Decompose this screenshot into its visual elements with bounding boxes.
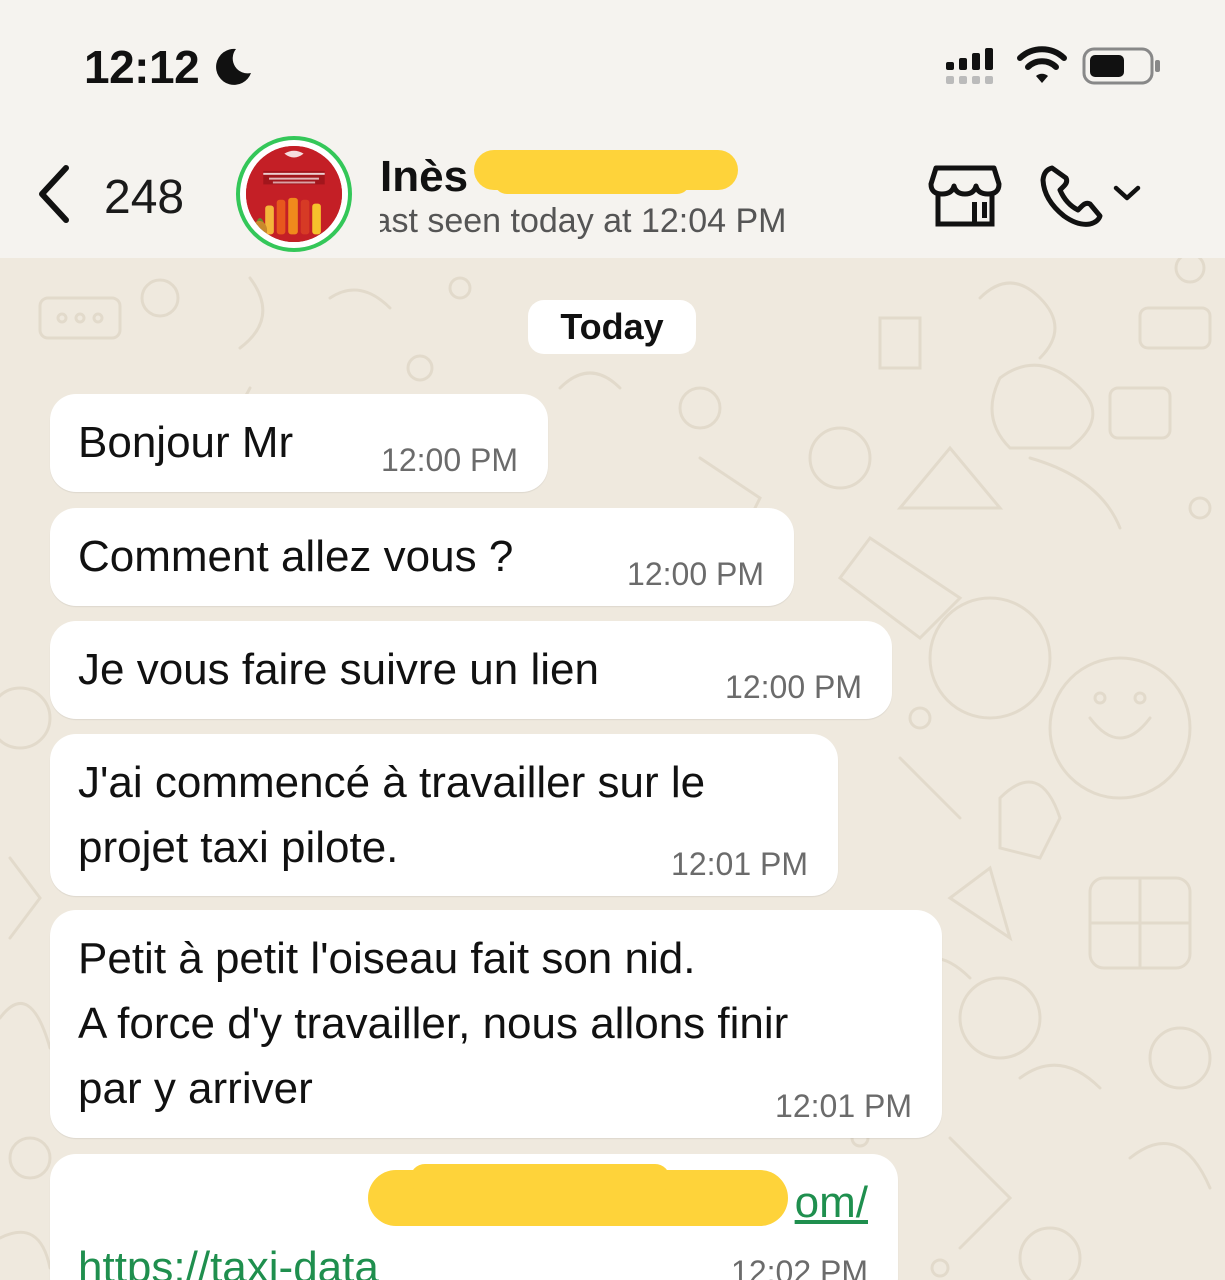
chat-area[interactable]: Today Bonjour Mr 12:00 PM Comment allez … [0,258,1225,1280]
cellular-signal-icon [946,48,993,84]
message-time: 12:00 PM [725,669,862,705]
avatar-image [246,146,342,242]
business-store-icon[interactable] [928,164,1002,228]
moon-icon [216,48,251,85]
contact-avatar[interactable] [236,136,352,252]
contact-name[interactable]: Inès [380,152,468,202]
date-separator: Today [528,300,696,354]
back-button[interactable] [36,164,76,224]
wifi-icon [1017,46,1067,83]
message-bubble-link[interactable]: https://taxi-data om/ 12:02 PM [50,1154,898,1280]
message-bubble[interactable]: J'ai commencé à travailler sur le projet… [50,734,838,896]
message-bubble[interactable]: Petit à petit l'oiseau fait son nid. A f… [50,910,942,1138]
message-time: 12:00 PM [381,442,518,478]
top-bar: 12:12 248 Inès last seen today at 12:04 … [0,0,1225,258]
unread-count[interactable]: 248 [104,170,184,225]
name-redaction-tail [494,168,690,194]
link-redaction-top [410,1164,670,1194]
message-link[interactable]: https://taxi-data [78,1243,379,1280]
phone-icon[interactable] [1038,164,1104,230]
message-time: 12:01 PM [775,1088,912,1124]
message-bubble[interactable]: Bonjour Mr 12:00 PM [50,394,548,492]
chevron-left-icon [39,165,69,223]
message-bubble[interactable]: Comment allez vous ? 12:00 PM [50,508,794,606]
status-time: 12:12 [84,41,200,93]
battery-icon [1082,47,1160,85]
message-bubble[interactable]: Je vous faire suivre un lien 12:00 PM [50,621,892,719]
message-time: 12:01 PM [671,846,808,882]
message-time: 12:02 PM [731,1254,868,1280]
message-link-end[interactable]: om/ [795,1170,868,1235]
message-time: 12:00 PM [627,556,764,592]
chevron-down-icon[interactable] [1112,182,1142,204]
last-seen-status: last seen today at 12:04 PM [378,202,787,240]
